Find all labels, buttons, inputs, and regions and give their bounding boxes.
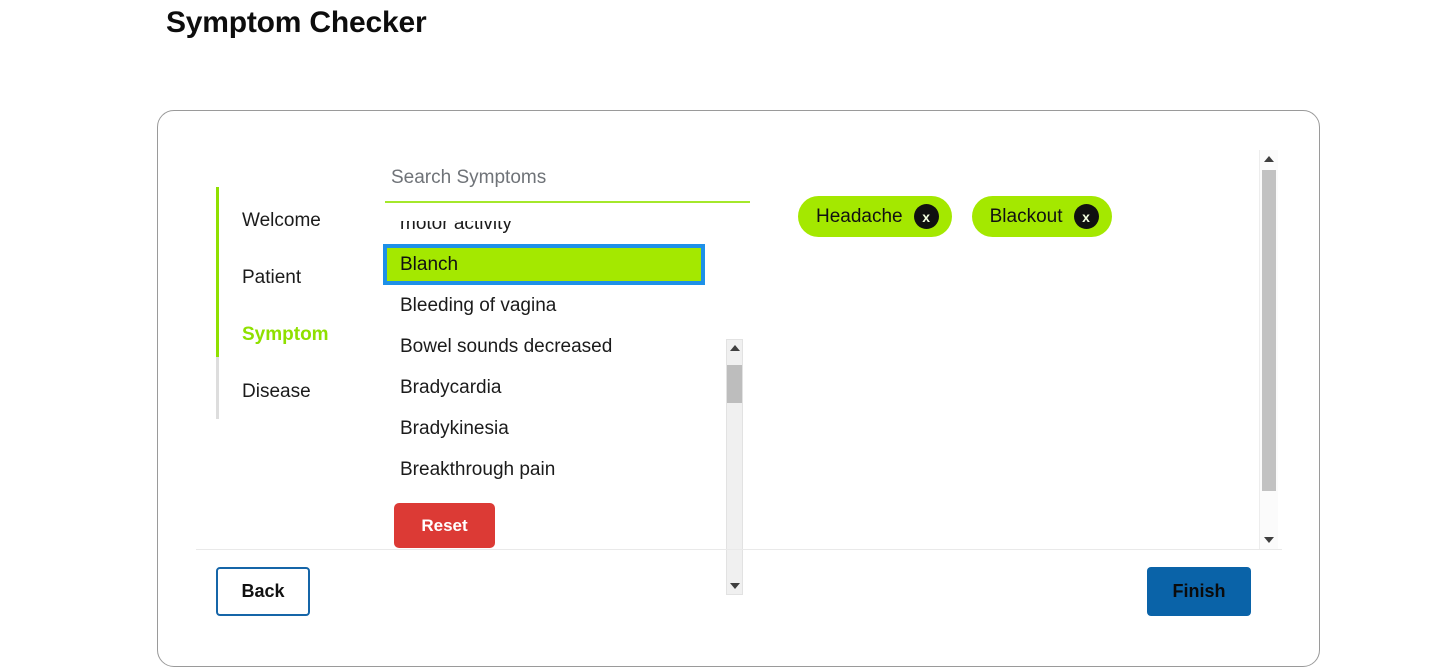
triangle-down-icon bbox=[1264, 537, 1274, 543]
list-item-selected[interactable]: Blanch bbox=[383, 244, 705, 285]
wizard-stepper: Welcome Patient Symptom Disease bbox=[216, 187, 396, 419]
stepper-item-welcome[interactable]: Welcome bbox=[242, 210, 321, 232]
list-item[interactable]: Breakthrough pain bbox=[383, 449, 705, 490]
list-item[interactable]: Bradykinesia bbox=[383, 408, 705, 449]
symptom-list-scroll: motor activity Blanch Bleeding of vagina… bbox=[383, 221, 705, 490]
symptom-tag[interactable]: Blackout x bbox=[971, 196, 1112, 237]
list-item[interactable]: Bowel sounds decreased bbox=[383, 326, 705, 367]
search-input[interactable] bbox=[385, 159, 750, 203]
stepper-item-disease[interactable]: Disease bbox=[242, 381, 311, 403]
symptom-tag-label: Headache bbox=[816, 205, 903, 227]
stepper-rail-progress bbox=[216, 187, 219, 357]
scroll-up-button[interactable] bbox=[727, 340, 742, 356]
selected-symptom-tags: Headache x Blackout x bbox=[798, 196, 1258, 237]
panel-scroll-up-button[interactable] bbox=[1260, 150, 1278, 168]
stepper-rail bbox=[216, 187, 219, 419]
symptom-list[interactable]: motor activity Blanch Bleeding of vagina… bbox=[383, 221, 705, 493]
symptom-tag-label: Blackout bbox=[989, 205, 1063, 227]
list-item[interactable]: Bradycardia bbox=[383, 367, 705, 408]
triangle-up-icon bbox=[729, 345, 740, 351]
search-field-wrapper bbox=[385, 159, 750, 203]
symptom-tag[interactable]: Headache x bbox=[798, 196, 952, 237]
stepper-item-patient[interactable]: Patient bbox=[242, 267, 301, 289]
scrollbar-thumb[interactable] bbox=[727, 365, 742, 403]
page-title: Symptom Checker bbox=[166, 6, 427, 40]
triangle-up-icon bbox=[1264, 156, 1274, 162]
card-footer: Back Finish bbox=[158, 550, 1321, 668]
back-button[interactable]: Back bbox=[216, 567, 310, 616]
remove-tag-icon[interactable]: x bbox=[913, 204, 939, 229]
finish-button[interactable]: Finish bbox=[1147, 567, 1251, 616]
list-item[interactable]: Bleeding of vagina bbox=[383, 285, 705, 326]
panel-scrollbar-thumb[interactable] bbox=[1262, 170, 1276, 491]
app-root: Symptom Checker Welcome Patient Symptom … bbox=[0, 0, 1440, 668]
panel-scroll-down-button[interactable] bbox=[1260, 531, 1278, 549]
remove-tag-icon[interactable]: x bbox=[1073, 204, 1099, 229]
wizard-card: Welcome Patient Symptom Disease motor ac… bbox=[157, 110, 1320, 667]
card-body: Welcome Patient Symptom Disease motor ac… bbox=[158, 111, 1321, 595]
reset-button[interactable]: Reset bbox=[394, 503, 495, 548]
list-item[interactable]: motor activity bbox=[383, 221, 705, 244]
stepper-item-symptom[interactable]: Symptom bbox=[242, 324, 329, 346]
panel-scrollbar[interactable] bbox=[1259, 150, 1278, 549]
